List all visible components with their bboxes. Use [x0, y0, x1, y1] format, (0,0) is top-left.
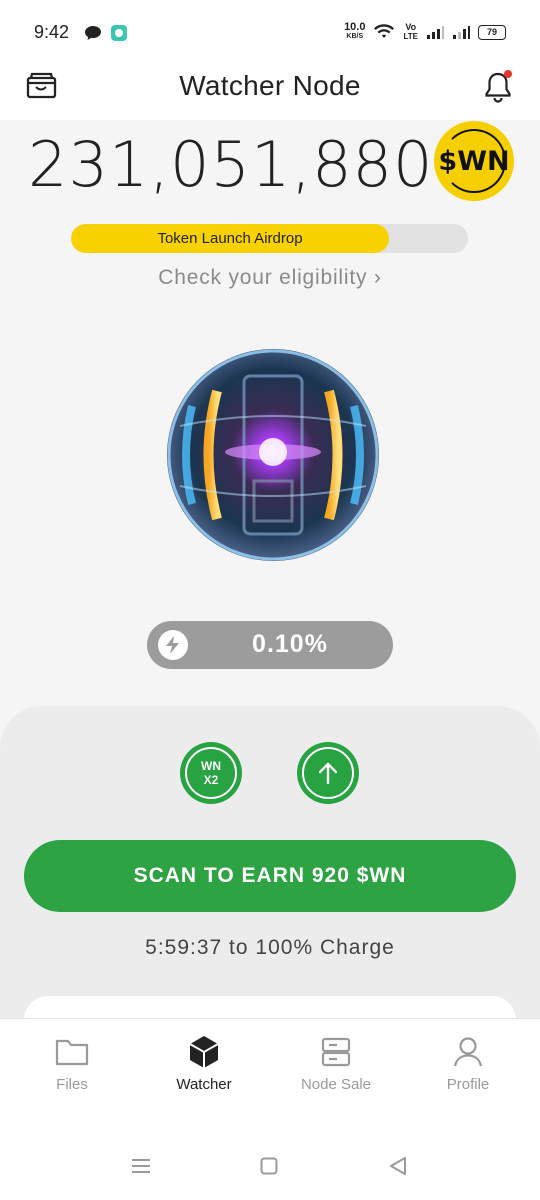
- bolt-badge: [158, 630, 188, 660]
- orb-graphic: [167, 349, 379, 561]
- wifi-icon: [374, 24, 395, 38]
- app-header: Watcher Node: [0, 62, 540, 120]
- server-icon: [321, 1037, 351, 1067]
- battery-level: 79: [486, 27, 497, 37]
- wn-coin-logo: $WN: [434, 121, 514, 201]
- boost-value: 0.10%: [252, 630, 328, 658]
- nav-item-profile[interactable]: Profile: [423, 1033, 513, 1093]
- boost-rate-pill[interactable]: 0.10%: [147, 621, 393, 669]
- scan-to-earn-button[interactable]: SCAN TO EARN 920 $WN: [24, 840, 516, 912]
- nav-item-watcher[interactable]: Watcher: [159, 1033, 249, 1093]
- multiplier-badge: WN X2: [185, 747, 237, 799]
- net-speed: 10.0: [344, 21, 366, 33]
- signal-strength-2-icon: [453, 26, 470, 39]
- coin-ring: [442, 129, 506, 193]
- lte-label: LTE: [403, 32, 418, 41]
- watcher-orb[interactable]: [162, 346, 384, 564]
- charge-countdown: 5:59:37 to 100% Charge: [145, 936, 395, 959]
- airdrop-label: Token Launch Airdrop: [157, 230, 303, 247]
- upgrade-badge: [302, 747, 354, 799]
- notifications-button[interactable]: [482, 68, 514, 104]
- status-bar: 9:42 10.0 KB/S Vo LTE 79: [0, 0, 540, 62]
- chat-bubble-icon: [85, 26, 101, 40]
- page-title: Watcher Node: [179, 70, 361, 101]
- status-time: 9:42: [34, 22, 70, 42]
- nav-item-node-sale[interactable]: Node Sale: [291, 1033, 381, 1093]
- multiplier-token: WN: [201, 759, 221, 773]
- upgrade-button[interactable]: [297, 742, 359, 804]
- nav-label-node-sale: Node Sale: [300, 1076, 372, 1093]
- notification-icons: [84, 24, 128, 42]
- nav-item-files[interactable]: Files: [27, 1033, 117, 1093]
- status-right-icons: 10.0 KB/S Vo LTE 79: [344, 22, 506, 42]
- app-notification-icon: [111, 25, 127, 41]
- bottom-nav: Files Watcher Node Sale Profile: [0, 1018, 540, 1129]
- multiplier-factor: X2: [203, 773, 219, 787]
- home-icon[interactable]: [260, 1157, 278, 1175]
- cube-icon: [189, 1036, 219, 1068]
- user-icon: [453, 1037, 483, 1067]
- nav-label-watcher: Watcher: [176, 1076, 232, 1093]
- eligibility-link[interactable]: Check your eligibility ›: [0, 266, 540, 290]
- lightning-icon: [166, 636, 179, 654]
- folder-icon: [55, 1039, 89, 1066]
- balance-amount: 231,051,880: [28, 128, 434, 201]
- arrow-up-icon: [318, 762, 338, 785]
- bell-icon: [485, 70, 512, 103]
- battery-icon: 79: [478, 24, 506, 40]
- volte-label: Vo: [405, 22, 417, 32]
- net-unit: KB/S: [346, 33, 364, 40]
- nav-label-profile: Profile: [446, 1076, 490, 1093]
- multiplier-button[interactable]: WN X2: [180, 742, 242, 804]
- back-icon[interactable]: [388, 1156, 408, 1176]
- recent-apps-icon[interactable]: [131, 1158, 151, 1174]
- airdrop-progress-bar[interactable]: Token Launch Airdrop: [71, 224, 468, 253]
- system-nav-bar: [0, 1128, 540, 1200]
- nav-label-files: Files: [56, 1076, 88, 1093]
- signal-strength-icon: [427, 26, 444, 39]
